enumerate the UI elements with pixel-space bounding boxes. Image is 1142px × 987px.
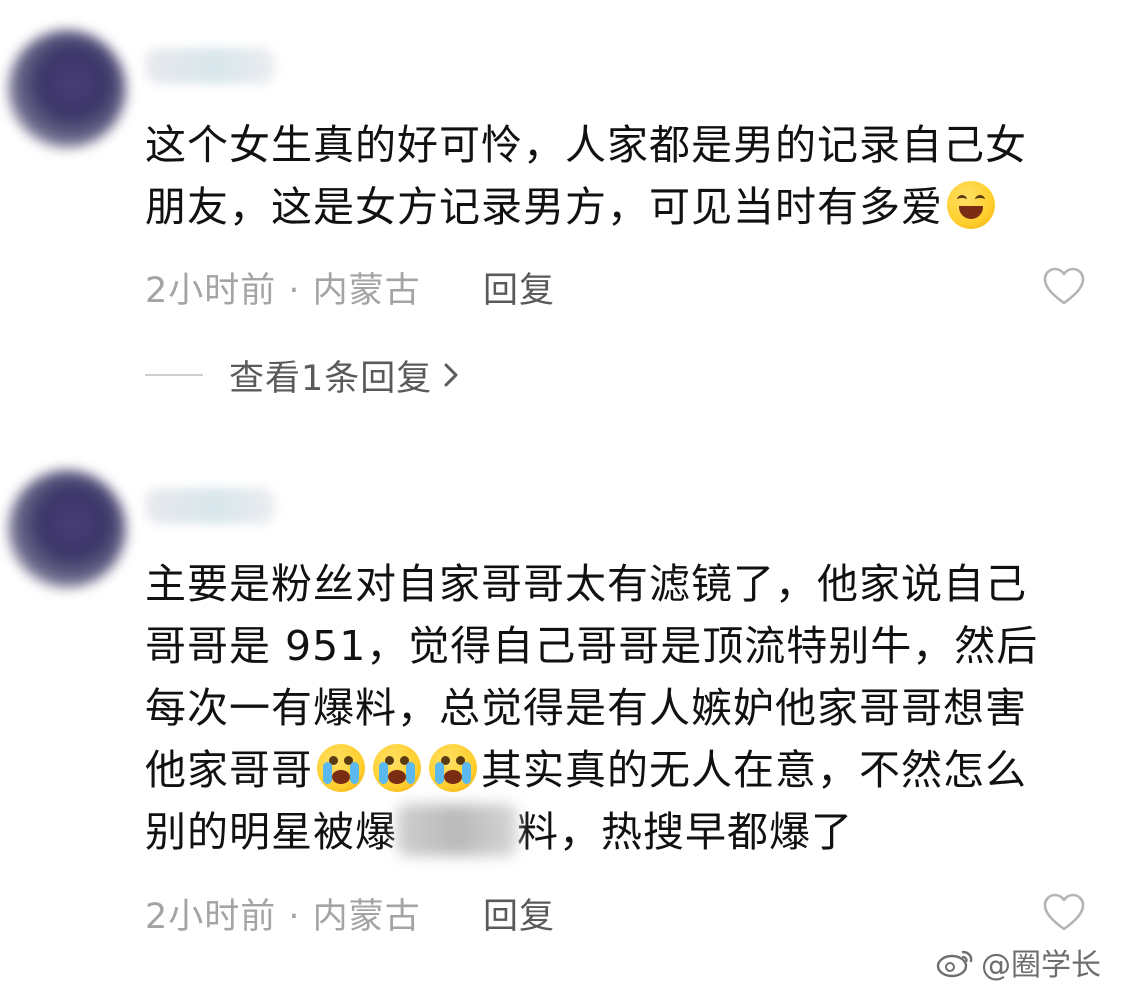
heart-icon[interactable] — [1042, 266, 1086, 306]
comment-text-line: 每次一有爆料，总觉得是有人嫉妒他家哥哥想害 — [145, 684, 1027, 732]
comment-text-line: 别的明星被爆 料，热搜早都爆了 — [145, 801, 1105, 863]
comment-text-line: 朋友，这是女方记录男方，可见当时有多爱 — [145, 176, 1105, 238]
comment-text: 主要是粉丝对自家哥哥太有滤镜了，他家说自己 哥哥是 951，觉得自己哥哥是顶流特… — [145, 553, 1105, 863]
reply-button[interactable]: 回复 — [483, 888, 555, 939]
avatar[interactable] — [8, 30, 126, 148]
crying-face-emoji-icon — [373, 744, 421, 792]
crying-face-emoji-icon — [429, 744, 477, 792]
crying-face-emoji-icon — [317, 744, 365, 792]
weibo-logo-icon — [936, 950, 973, 978]
watermark: @圈学长 — [935, 940, 1101, 984]
chevron-right-icon — [444, 363, 458, 387]
grinning-face-emoji-icon — [947, 181, 995, 229]
watermark-text: @圈学长 — [981, 948, 1101, 983]
comment-meta: 2小时前 · 内蒙古 — [145, 897, 421, 937]
divider-line — [145, 374, 203, 376]
view-replies-label[interactable]: 查看1条回复 — [229, 350, 432, 401]
view-replies-link[interactable]: 查看1条回复 — [145, 355, 460, 399]
comment-text-line: 他家哥哥 其实真的无人在意，不然怎么 — [145, 744, 1027, 794]
avatar[interactable] — [8, 470, 126, 588]
heart-icon[interactable] — [1042, 892, 1086, 932]
username-blurred[interactable] — [145, 48, 275, 84]
comment-text-line: 主要是粉丝对自家哥哥太有滤镜了，他家说自己 — [145, 560, 1027, 608]
comment-text: 这个女生真的好可怜，人家都是男的记录自己女 朋友，这是女方记录男方，可见当时有多… — [145, 114, 1105, 238]
reply-button[interactable]: 回复 — [483, 262, 555, 313]
comment-meta: 2小时前 · 内蒙古 — [145, 271, 421, 311]
censored-text-blur — [397, 804, 517, 856]
comment-text-line: 这个女生真的好可怜，人家都是男的记录自己女 — [145, 121, 1027, 169]
username-blurred[interactable] — [145, 488, 275, 524]
comment-text-line: 哥哥是 951，觉得自己哥哥是顶流特别牛，然后 — [145, 622, 1039, 670]
